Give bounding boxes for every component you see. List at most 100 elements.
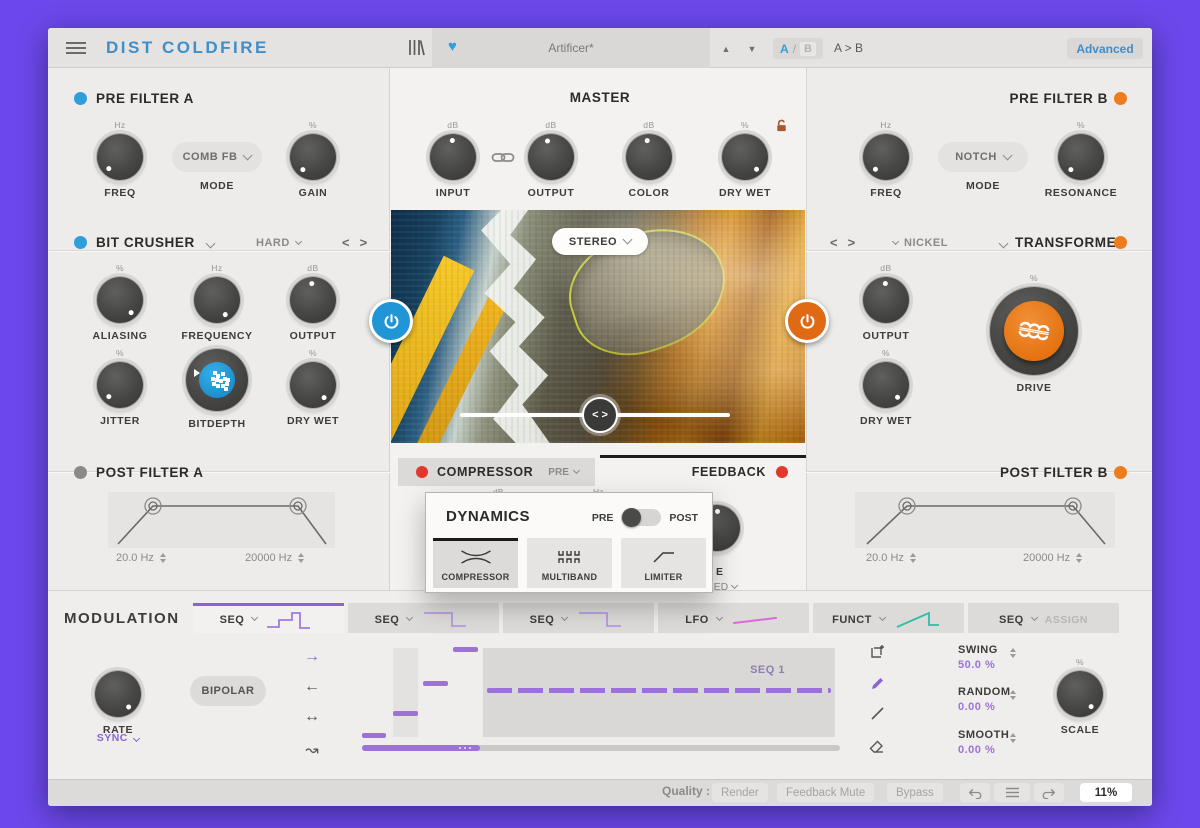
seq-eraser-tool-icon[interactable] [868,738,886,756]
post-filter-a-display[interactable] [108,492,335,548]
feedback-tab[interactable]: FEEDBACK [600,455,806,486]
pre-filter-a-freq-knob[interactable]: Hz FREQ [72,120,168,199]
mod-tab-seq-3[interactable]: SEQ [503,603,654,633]
bit-crusher-enable-led[interactable] [74,236,87,249]
seq-step-bar[interactable] [393,711,418,716]
library-icon[interactable] [408,38,425,62]
hamburger-menu-icon[interactable] [66,42,86,57]
knob-body[interactable] [863,134,909,180]
toggle-switch[interactable] [621,509,661,526]
knob-body[interactable] [290,134,336,180]
post-filter-b-display[interactable] [855,492,1115,548]
mod-tab-seq-assign[interactable]: SEQ ASSIGN [968,603,1119,633]
compressor-routing-dropdown[interactable]: PRE [548,467,579,478]
random-value[interactable]: 0.00 % [958,701,995,713]
bit-crusher-mode-dropdown[interactable]: HARD [256,237,301,249]
bit-crusher-bitdepth-knob[interactable]: BITDEPTH [169,349,265,430]
knob-body[interactable] [722,134,768,180]
smooth-stepper[interactable] [1010,733,1016,743]
knob-body[interactable] [97,134,143,180]
post-filter-a-low-freq[interactable]: 20.0 Hz [116,552,166,564]
post-filter-a-high-freq[interactable]: 20000 Hz [245,552,304,564]
seq-pencil-tool-icon[interactable] [868,674,886,692]
pre-filter-b-freq-knob[interactable]: Hz FREQ [838,120,934,199]
seq-step-bar[interactable] [453,647,478,652]
mod-tab-funct[interactable]: FUNCT [813,603,964,633]
knob-body[interactable] [186,349,248,411]
compressor-tab[interactable]: COMPRESSOR PRE [398,458,595,486]
transformer-drive-knob[interactable]: % DRIVE [986,273,1082,394]
transformer-output-knob[interactable]: dB OUTPUT [838,263,934,342]
knob-body[interactable] [528,134,574,180]
knob-body[interactable] [290,362,336,408]
swing-stepper[interactable] [1010,648,1016,658]
redo-button[interactable] [1034,783,1064,802]
cpu-meter[interactable]: 11% [1080,783,1132,802]
post-filter-a-enable-led[interactable] [74,466,87,479]
mod-tab-seq-2[interactable]: SEQ [348,603,499,633]
pre-filter-b-enable-led[interactable] [1114,92,1127,105]
seq-scrollbar-thumb[interactable] [362,745,480,751]
seq-step-bar[interactable] [362,733,386,738]
mod-tab-seq-1[interactable]: SEQ [193,603,344,633]
bit-crusher-output-knob[interactable]: dB OUTPUT [265,263,361,342]
high-freq-value[interactable]: 20000 Hz [245,552,292,564]
low-freq-value[interactable]: 20.0 Hz [116,552,154,564]
knob-body[interactable] [290,277,336,323]
seq-line-tool-icon[interactable] [868,704,886,722]
prev-icon[interactable]: < [342,235,354,250]
pre-filter-a-gain-knob[interactable]: % GAIN [265,120,361,199]
transformer-enable-led[interactable] [1114,236,1127,249]
pre-post-toggle[interactable]: PRE POST [592,509,698,526]
dynamics-tile-multiband[interactable]: MULTIBAND [527,538,612,588]
assign-label[interactable]: ASSIGN [1045,614,1088,626]
preset-prev-button[interactable]: ▲ [718,43,734,55]
preset-next-button[interactable]: ▼ [744,43,760,55]
undo-button[interactable] [960,783,990,802]
master-color-knob[interactable]: dB COLOR [601,120,697,199]
bit-crusher-aliasing-knob[interactable]: % ALIASING [72,263,168,342]
mod-tab-lfo[interactable]: LFO [658,603,809,633]
bit-crusher-prev-next[interactable]: <> [342,235,371,250]
feedback-enable-led[interactable] [776,466,788,478]
toggle-knob[interactable] [622,508,641,527]
bipolar-button[interactable]: BIPOLAR [190,676,266,706]
bit-crusher-drywet-knob[interactable]: % DRY WET [265,348,361,427]
post-filter-b-high-freq[interactable]: 20000 Hz [1023,552,1082,564]
knob-body[interactable] [97,362,143,408]
pre-filter-b-resonance-knob[interactable]: % RESONANCE [1033,120,1129,199]
ab-copy-button[interactable]: A > B [834,41,863,55]
post-filter-b-low-freq[interactable]: 20.0 Hz [866,552,916,564]
bit-crusher-jitter-knob[interactable]: % JITTER [72,348,168,427]
seq-direction-forward[interactable]: → [300,648,324,666]
ab-toggle[interactable]: A / B [773,38,823,59]
high-freq-value[interactable]: 20000 Hz [1023,552,1070,564]
seq-step-column[interactable] [393,648,418,737]
stereo-mode-dropdown[interactable]: STEREO [552,228,648,255]
seq-value-line[interactable] [487,688,831,693]
compressor-enable-led[interactable] [416,466,428,478]
knob-body[interactable] [990,287,1078,375]
bit-crusher-frequency-knob[interactable]: Hz FREQUENCY [169,263,265,342]
preset-browser[interactable]: ♥ Artificer* [432,28,710,68]
prev-icon[interactable]: < [830,235,842,250]
preset-name[interactable]: Artificer* [432,41,710,55]
stepper[interactable] [298,553,304,563]
rate-sync-dropdown[interactable]: SYNC [70,732,166,744]
drywet-lock-icon[interactable] [774,118,789,139]
render-button[interactable]: Render [712,783,768,802]
post-filter-b-enable-led[interactable] [1114,466,1127,479]
transformer-title[interactable]: TRANSFORMER [1000,235,1127,250]
transformer-type-dropdown[interactable]: NICKEL [893,237,948,249]
stepper[interactable] [1076,553,1082,563]
knob-body[interactable] [626,134,672,180]
low-freq-value[interactable]: 20.0 Hz [866,552,904,564]
knob-body[interactable] [863,277,909,323]
morph-slider-handle[interactable]: <> [582,397,618,433]
seq-copy-tool-icon[interactable] [868,642,886,660]
stepper[interactable] [160,553,166,563]
random-stepper[interactable] [1010,690,1016,700]
knob-body[interactable] [97,277,143,323]
seq-direction-backward[interactable]: ← [300,678,324,696]
modulation-rate-knob[interactable]: RATE [70,671,166,736]
